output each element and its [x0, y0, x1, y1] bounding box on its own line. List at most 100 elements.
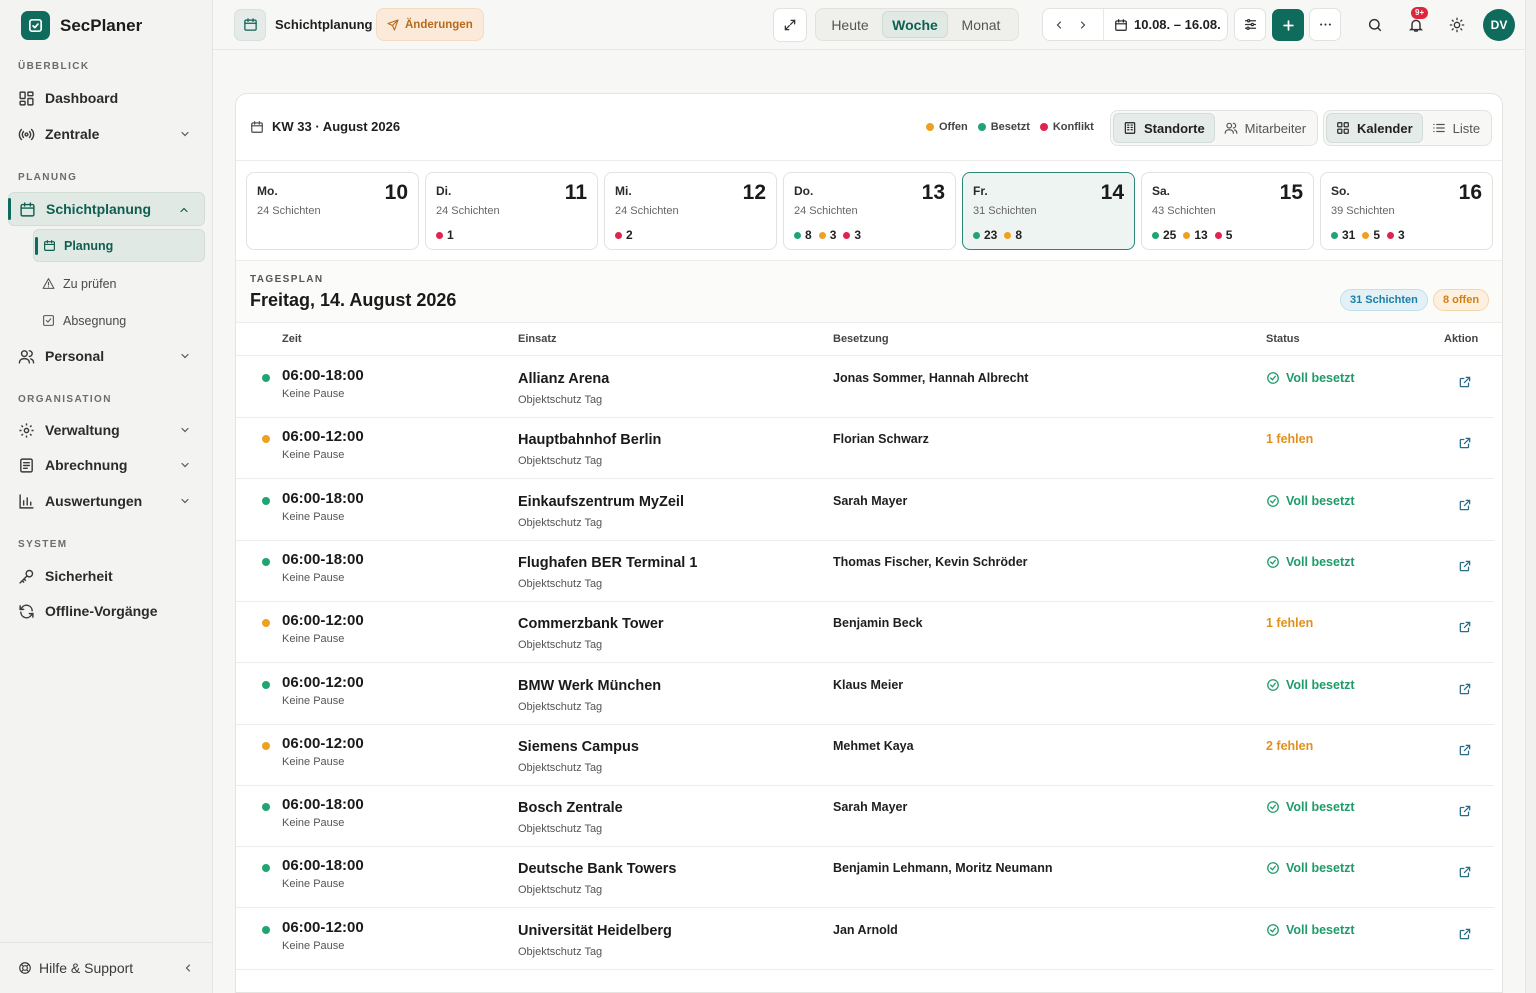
shift-status-label: 2 fehlen	[1266, 738, 1314, 753]
section-label-planning: PLANUNG	[18, 172, 78, 183]
filter-button[interactable]	[1234, 8, 1266, 41]
next-week-button[interactable]	[1071, 9, 1095, 40]
table-row[interactable]: 06:00-18:00 Keine Pause Einkaufszentrum My…	[236, 480, 1494, 541]
table-row[interactable]: 06:00-12:00 Keine Pause BMW Werk München Ob…	[236, 664, 1494, 725]
notification-badge: 9+	[1411, 7, 1429, 19]
sidebar-item-sicherheit[interactable]: Sicherheit	[8, 559, 205, 593]
shift-status-label: Voll besetzt	[1286, 371, 1355, 385]
more-icon	[1319, 23, 1331, 26]
add-shift-button[interactable]	[1272, 9, 1304, 41]
shift-site[interactable]: Universität Heidelberg	[518, 923, 672, 939]
shift-site[interactable]: Deutsche Bank Towers	[518, 861, 676, 877]
help-support-link[interactable]: Hilfe & Support	[0, 942, 212, 993]
day-label: Sa.	[1152, 184, 1171, 198]
open-external-icon[interactable]	[1458, 743, 1472, 757]
theme-toggle[interactable]	[1448, 16, 1466, 34]
date-range-picker[interactable]: 10.08. – 16.08.	[1103, 9, 1221, 40]
day-card[interactable]: Sa. 15 43 Schichten 25 13 5	[1141, 172, 1314, 250]
open-external-icon[interactable]	[1458, 927, 1472, 941]
open-external-icon[interactable]	[1458, 375, 1472, 389]
sidebar-subitem-zu-pruefen[interactable]: Zu prüfen	[33, 267, 205, 300]
day-card[interactable]: Mo. 10 24 Schichten	[246, 172, 419, 250]
col-status: Status	[1266, 333, 1300, 345]
chip-dot	[1152, 231, 1159, 239]
shift-site[interactable]: Flughafen BER Terminal 1	[518, 555, 697, 571]
chip-value: 3	[829, 228, 837, 242]
sidebar-item-label: Offline-Vorgänge	[45, 603, 158, 619]
table-row[interactable]: 06:00-12:00 Keine Pause Commerzbank Tower O…	[236, 602, 1494, 664]
sidebar-subitem-absegnung[interactable]: Absegnung	[33, 304, 205, 337]
day-card[interactable]: Di. 11 24 Schichten 1	[425, 172, 598, 250]
col-action: Aktion	[1444, 333, 1479, 345]
open-external-icon[interactable]	[1458, 559, 1472, 573]
shift-site[interactable]: Allianz Arena	[518, 371, 609, 387]
scrollbar[interactable]	[1525, 0, 1536, 993]
sidebar-item-dashboard[interactable]: Dashboard	[8, 81, 205, 115]
topbar: Schichtplanung Änderungen Heute Woche Mo…	[213, 0, 1536, 50]
breadcrumb[interactable]: Schichtplanung	[234, 8, 373, 41]
day-shift-count: 43 Schichten	[1152, 205, 1216, 217]
expand-button[interactable]	[773, 8, 807, 42]
search-button[interactable]	[1366, 16, 1384, 34]
day-number: 12	[742, 181, 766, 204]
day-status-chips: 31 5 3	[1331, 228, 1408, 242]
view-heute[interactable]: Heute	[818, 11, 882, 38]
shift-time: 06:00-12:00	[282, 612, 364, 630]
group-standorte[interactable]: Standorte	[1113, 113, 1215, 143]
group-mitarbeiter[interactable]: Mitarbeiter	[1215, 113, 1315, 143]
open-external-icon[interactable]	[1458, 804, 1472, 818]
day-card[interactable]: Do. 13 24 Schichten 8 3 3	[783, 172, 956, 250]
sidebar-item-offline[interactable]: Offline-Vorgänge	[8, 594, 205, 628]
sidebar-subitem-planung[interactable]: Planung	[33, 229, 205, 262]
table-row[interactable]: 06:00-12:00 Keine Pause Siemens Campus Obje…	[236, 725, 1494, 786]
table-row[interactable]: 06:00-12:00 Keine Pause Hauptbahnhof Berli…	[236, 418, 1494, 480]
shift-site[interactable]: Hauptbahnhof Berlin	[518, 432, 661, 448]
more-button[interactable]	[1309, 8, 1341, 41]
shift-site[interactable]: Bosch Zentrale	[518, 800, 623, 816]
calendar-icon	[44, 240, 55, 251]
open-external-icon[interactable]	[1458, 436, 1472, 450]
sidebar-item-auswertungen[interactable]: Auswertungen	[8, 484, 205, 518]
brand[interactable]: SecPlaner	[21, 11, 142, 40]
view-kalender[interactable]: Kalender	[1326, 113, 1423, 143]
table-row[interactable]: 06:00-18:00 Keine Pause Allianz Arena Objek…	[236, 357, 1494, 418]
sidebar-item-zentrale[interactable]: Zentrale	[8, 117, 205, 151]
open-external-icon[interactable]	[1458, 620, 1472, 634]
shift-pause: Keine Pause	[282, 817, 345, 830]
chevron-right-icon	[1080, 20, 1086, 29]
prev-week-button[interactable]	[1047, 9, 1071, 40]
day-card[interactable]: So. 16 39 Schichten 31 5 3	[1320, 172, 1493, 250]
grid-icon	[19, 90, 34, 106]
shift-type: Objektschutz Tag	[518, 823, 603, 836]
table-row[interactable]: 06:00-18:00 Keine Pause Deutsche Bank Towe…	[236, 847, 1494, 909]
shift-site[interactable]: Einkaufszentrum MyZeil	[518, 494, 684, 510]
sidebar-item-label: Personal	[45, 348, 105, 364]
avatar[interactable]: DV	[1483, 9, 1515, 41]
table-row[interactable]: 06:00-18:00 Keine Pause Flughafen BER Term…	[236, 541, 1494, 602]
shift-site[interactable]: BMW Werk München	[518, 678, 661, 694]
card-header: KW 33 · August 2026 Offen Besetzt Konfli…	[236, 94, 1502, 161]
collapse-sidebar-icon[interactable]	[182, 962, 194, 974]
day-card[interactable]: Mi. 12 24 Schichten 2	[604, 172, 777, 250]
shift-site[interactable]: Siemens Campus	[518, 739, 639, 755]
open-external-icon[interactable]	[1458, 865, 1472, 879]
sidebar-item-personal[interactable]: Personal	[8, 339, 205, 373]
check-circle-icon	[1267, 678, 1279, 691]
open-external-icon[interactable]	[1458, 498, 1472, 512]
shift-type: Objektschutz Tag	[518, 577, 603, 590]
changes-button[interactable]: Änderungen	[376, 8, 484, 41]
shift-type: Objektschutz Tag	[518, 639, 603, 652]
view-woche[interactable]: Woche	[882, 11, 948, 38]
day-card[interactable]: Fr. 14 31 Schichten 23 8	[962, 172, 1135, 250]
sidebar-item-abrechnung[interactable]: Abrechnung	[8, 448, 205, 482]
shift-site[interactable]: Commerzbank Tower	[518, 616, 664, 632]
sidebar-item-verwaltung[interactable]: Verwaltung	[8, 413, 205, 447]
view-liste[interactable]: Liste	[1423, 113, 1489, 143]
calendar-icon	[234, 8, 266, 41]
table-row[interactable]: 06:00-12:00 Keine Pause Universität Heidel…	[236, 909, 1494, 970]
sidebar-subitem-label: Absegnung	[63, 313, 127, 328]
open-external-icon[interactable]	[1458, 682, 1472, 696]
sidebar-item-schichtplanung[interactable]: Schichtplanung	[8, 192, 205, 226]
view-monat[interactable]: Monat	[948, 11, 1014, 38]
table-row[interactable]: 06:00-18:00 Keine Pause Bosch Zentrale Obje…	[236, 786, 1494, 848]
